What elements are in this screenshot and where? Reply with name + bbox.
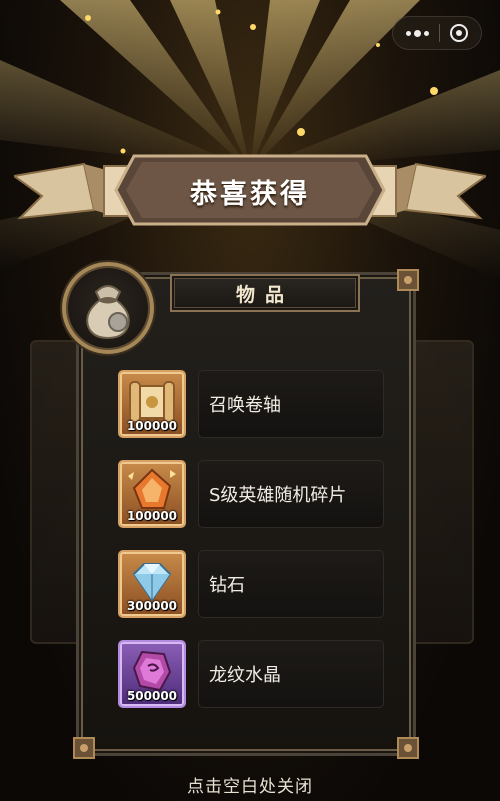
title-ribbon: 恭喜获得 [11,150,489,230]
background-panel-right [410,340,474,644]
sparkles [85,9,438,154]
item-bag-avatar [62,262,154,354]
reward-screen[interactable]: 恭喜获得 物品 100000 召唤卷轴 100000 S级英雄随机碎片 3000… [0,0,500,801]
item-quantity: 100000 [126,419,178,433]
item-name-box: 钻石 [198,550,384,618]
item-quantity: 100000 [126,509,178,523]
corner-ornament [397,269,419,291]
item-name: 钻石 [209,575,245,596]
item-icon-frame: 500000 [118,640,186,708]
item-icon-frame: 100000 [118,370,186,438]
item-quantity: 300000 [126,599,178,613]
item-icon-frame: 100000 [118,460,186,528]
item-name-box: S级英雄随机碎片 [198,460,384,528]
capsule-divider [439,24,440,42]
list-item[interactable]: 100000 召唤卷轴 [116,370,386,440]
corner-ornament [73,737,95,759]
item-name: 龙纹水晶 [209,665,281,686]
item-name-box: 龙纹水晶 [198,640,384,708]
list-item[interactable]: 300000 钻石 [116,550,386,620]
section-header: 物品 [170,274,360,312]
close-circle-icon[interactable] [450,24,468,42]
list-item[interactable]: 500000 龙纹水晶 [116,640,386,710]
item-name-box: 召唤卷轴 [198,370,384,438]
item-name: S级英雄随机碎片 [209,485,347,506]
item-icon-frame: 300000 [118,550,186,618]
item-quantity: 500000 [126,689,178,703]
corner-ornament [397,737,419,759]
item-name: 召唤卷轴 [209,395,281,416]
section-label: 物品 [235,283,294,306]
close-hint[interactable]: 点击空白处关闭 [0,772,500,797]
mini-program-capsule [392,16,482,50]
list-item[interactable]: 100000 S级英雄随机碎片 [116,460,386,530]
more-icon[interactable] [406,29,429,37]
pouch-icon [86,285,130,340]
page-title: 恭喜获得 [190,179,310,210]
